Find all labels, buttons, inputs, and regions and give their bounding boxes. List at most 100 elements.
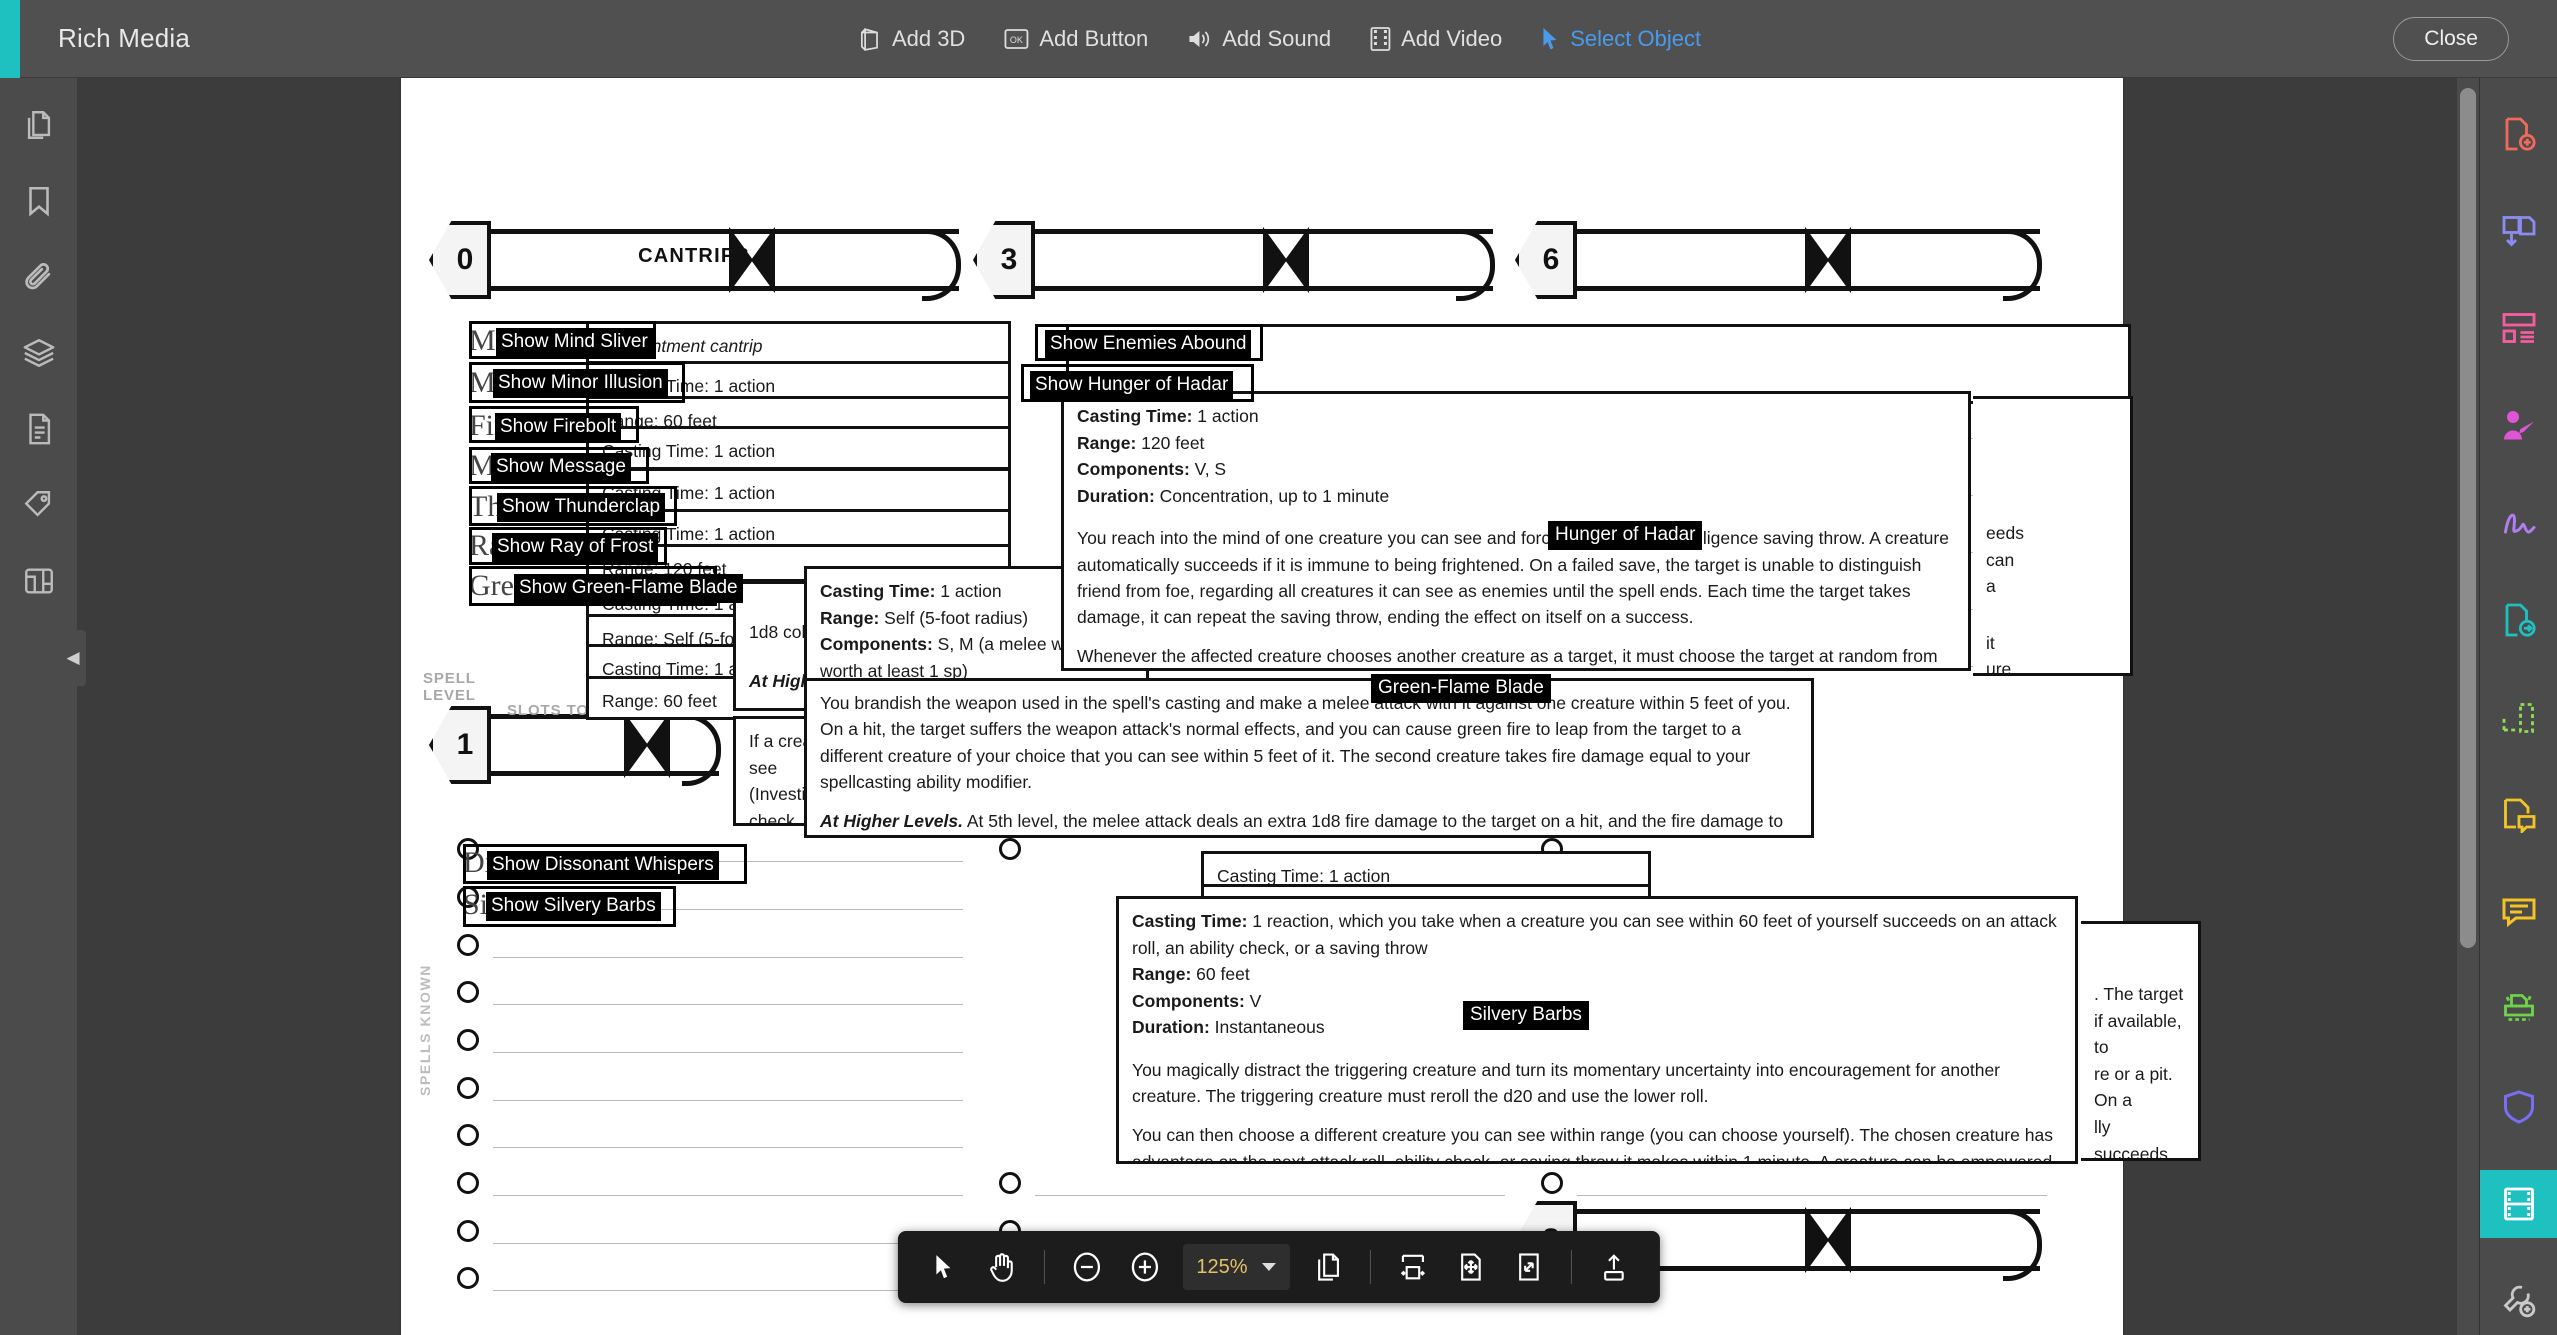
page-view-icon[interactable] bbox=[1302, 1241, 1354, 1293]
sb-ct-value: 1 reaction, which you take when a creatu… bbox=[1132, 911, 2057, 958]
hand-pan-icon[interactable] bbox=[975, 1241, 1027, 1293]
add-comment-icon[interactable] bbox=[2480, 781, 2557, 848]
rich-media-toolbar: Rich Media Add 3D OK Add Button Add Soun… bbox=[0, 0, 2557, 78]
chip-show-minor-illusion[interactable]: Show Minor Illusion bbox=[493, 369, 668, 398]
pdf-viewport[interactable]: CANTRIPS 0 3 6 1 SPELL LEVEL SLOTS TOTAL… bbox=[78, 78, 2479, 1335]
prepared-circle[interactable] bbox=[457, 1220, 479, 1242]
prepared-circle[interactable] bbox=[457, 1172, 479, 1194]
add-video-label: Add Video bbox=[1401, 25, 1503, 51]
more-tools-icon[interactable] bbox=[2480, 1268, 2557, 1335]
crop-pages-icon[interactable] bbox=[2480, 684, 2557, 751]
prepared-circle[interactable] bbox=[457, 1077, 479, 1099]
gfb-comp-label: Components: bbox=[820, 634, 933, 655]
vertical-scrollbar-thumb[interactable] bbox=[2460, 88, 2476, 948]
gfb-range-label: Range: bbox=[820, 607, 880, 628]
signature-icon[interactable] bbox=[2480, 489, 2557, 556]
popup-stat-strip[interactable]: Casting Time: 1 action bbox=[586, 426, 1011, 470]
prepared-circle[interactable] bbox=[457, 934, 479, 956]
frag: ure, bbox=[1986, 659, 2017, 676]
sb-comp-label: Components: bbox=[1132, 990, 1245, 1011]
collapse-rail-button[interactable]: ◀ bbox=[60, 630, 86, 686]
spell-rule bbox=[1035, 1195, 1505, 1196]
chip-show-firebolt[interactable]: Show Firebolt bbox=[495, 413, 622, 442]
tags-icon[interactable] bbox=[22, 488, 56, 522]
prepared-circle[interactable] bbox=[457, 1267, 479, 1289]
level-number-3: 3 bbox=[1000, 243, 1018, 276]
gfb-higher-body: At 5th level, the melee attack deals an … bbox=[966, 811, 1784, 831]
export-pdf-icon[interactable] bbox=[2480, 587, 2557, 654]
speaker-icon bbox=[1186, 27, 1212, 51]
prepared-circle[interactable] bbox=[999, 838, 1021, 860]
svg-text:OK: OK bbox=[1010, 35, 1023, 45]
pages-thumbnails-icon[interactable] bbox=[22, 108, 56, 142]
content-editing-icon[interactable] bbox=[22, 564, 56, 598]
add-video-button[interactable]: Add Video bbox=[1369, 26, 1502, 52]
fit-page-icon[interactable] bbox=[1445, 1241, 1497, 1293]
select-cursor-icon[interactable] bbox=[917, 1241, 969, 1293]
stat-line: Casting Time: 1 action bbox=[602, 441, 776, 461]
popup-silvery-barbs[interactable]: Casting Time: 1 reaction, which you take… bbox=[1116, 896, 2078, 1164]
zoom-out-icon[interactable] bbox=[1060, 1241, 1112, 1293]
chip-show-green-flame-blade[interactable]: Show Green-Flame Blade bbox=[514, 574, 743, 603]
enhance-scans-icon[interactable] bbox=[2480, 976, 2557, 1043]
prepared-circle[interactable] bbox=[457, 981, 479, 1003]
prepared-circle[interactable] bbox=[1541, 1172, 1563, 1194]
caption-spell-level: SPELL LEVEL bbox=[423, 670, 476, 704]
layers-icon[interactable] bbox=[22, 336, 56, 370]
create-pdf-icon[interactable] bbox=[2480, 100, 2557, 167]
tools-rail bbox=[2479, 78, 2557, 1335]
spell-rule bbox=[1577, 1195, 2047, 1196]
chip-show-thunderclap[interactable]: Show Thunderclap bbox=[497, 493, 666, 522]
add-sound-button[interactable]: Add Sound bbox=[1186, 26, 1331, 52]
frag: it bbox=[1986, 632, 1995, 653]
prepared-circle[interactable] bbox=[999, 1172, 1021, 1194]
chip-show-message[interactable]: Show Message bbox=[491, 453, 631, 482]
nametag-silvery-barbs: Silvery Barbs bbox=[1463, 1001, 1589, 1030]
chip-show-hunger-of-hadar[interactable]: Show Hunger of Hadar bbox=[1030, 371, 1234, 400]
organize-pages-icon[interactable] bbox=[2480, 295, 2557, 362]
fit-width-icon[interactable] bbox=[1387, 1241, 1439, 1293]
hoh-body2: Whenever the affected creature chooses a… bbox=[1077, 646, 1938, 667]
chip-show-silvery-barbs[interactable]: Show Silvery Barbs bbox=[486, 892, 661, 921]
hoh-ct-label: Casting Time: bbox=[1077, 406, 1193, 426]
fill-and-sign-icon[interactable] bbox=[2480, 392, 2557, 459]
accent-edge bbox=[0, 0, 20, 78]
add-3d-button[interactable]: Add 3D bbox=[856, 26, 965, 52]
chip-show-mind-sliver[interactable]: Show Mind Sliver bbox=[496, 328, 653, 357]
spell-rule bbox=[493, 1195, 963, 1196]
zoom-level-select[interactable]: 125% bbox=[1182, 1244, 1290, 1290]
banner-bar bbox=[485, 714, 721, 786]
banner-label-cantrips: CANTRIPS bbox=[638, 245, 750, 267]
protect-shield-icon[interactable] bbox=[2480, 1073, 2557, 1140]
prepared-circle[interactable] bbox=[457, 1124, 479, 1146]
full-screen-icon[interactable] bbox=[1503, 1241, 1555, 1293]
attachment-paperclip-icon[interactable] bbox=[22, 260, 56, 294]
frag: can bbox=[1986, 549, 2015, 570]
hoh-ct-value: 1 action bbox=[1192, 406, 1259, 426]
chip-show-ray-of-frost[interactable]: Show Ray of Frost bbox=[492, 533, 659, 562]
rich-media-icon[interactable] bbox=[2479, 1170, 2557, 1238]
popup-green-flame-blade-body[interactable]: You brandish the weapon used in the spel… bbox=[804, 678, 1814, 838]
document-info-icon[interactable] bbox=[22, 412, 56, 446]
vertical-scrollbar-track[interactable] bbox=[2457, 78, 2479, 1335]
combine-files-icon[interactable] bbox=[2480, 197, 2557, 264]
zoom-in-icon[interactable] bbox=[1118, 1241, 1170, 1293]
frag: lly succeeds on bbox=[2094, 1116, 2168, 1161]
spell-banner-3: 3 bbox=[973, 221, 1495, 301]
add-button-button[interactable]: OK Add Button bbox=[1003, 26, 1148, 52]
toolbar-separator bbox=[1369, 1250, 1371, 1284]
prepared-circle[interactable] bbox=[457, 1029, 479, 1051]
comment-icon[interactable] bbox=[2480, 879, 2557, 946]
chevron-down-icon bbox=[1261, 1263, 1276, 1271]
panel-title: Rich Media bbox=[58, 23, 191, 53]
share-upload-icon[interactable] bbox=[1588, 1241, 1640, 1293]
add-sound-label: Add Sound bbox=[1222, 25, 1332, 51]
chip-show-dissonant-whispers[interactable]: Show Dissonant Whispers bbox=[487, 851, 719, 880]
close-button[interactable]: Close bbox=[2393, 16, 2509, 61]
chip-show-enemies-abound[interactable]: Show Enemies Abound bbox=[1045, 330, 1252, 359]
popup-hunger-of-hadar[interactable]: Casting Time: 1 action Range: 120 feet C… bbox=[1061, 391, 1971, 671]
bookmark-icon[interactable] bbox=[22, 184, 56, 218]
nametag-hunger-of-hadar: Hunger of Hadar bbox=[1548, 521, 1703, 550]
select-object-button[interactable]: Select Object bbox=[1540, 26, 1701, 52]
sb-body2: You can then choose a different creature… bbox=[1132, 1125, 2053, 1164]
